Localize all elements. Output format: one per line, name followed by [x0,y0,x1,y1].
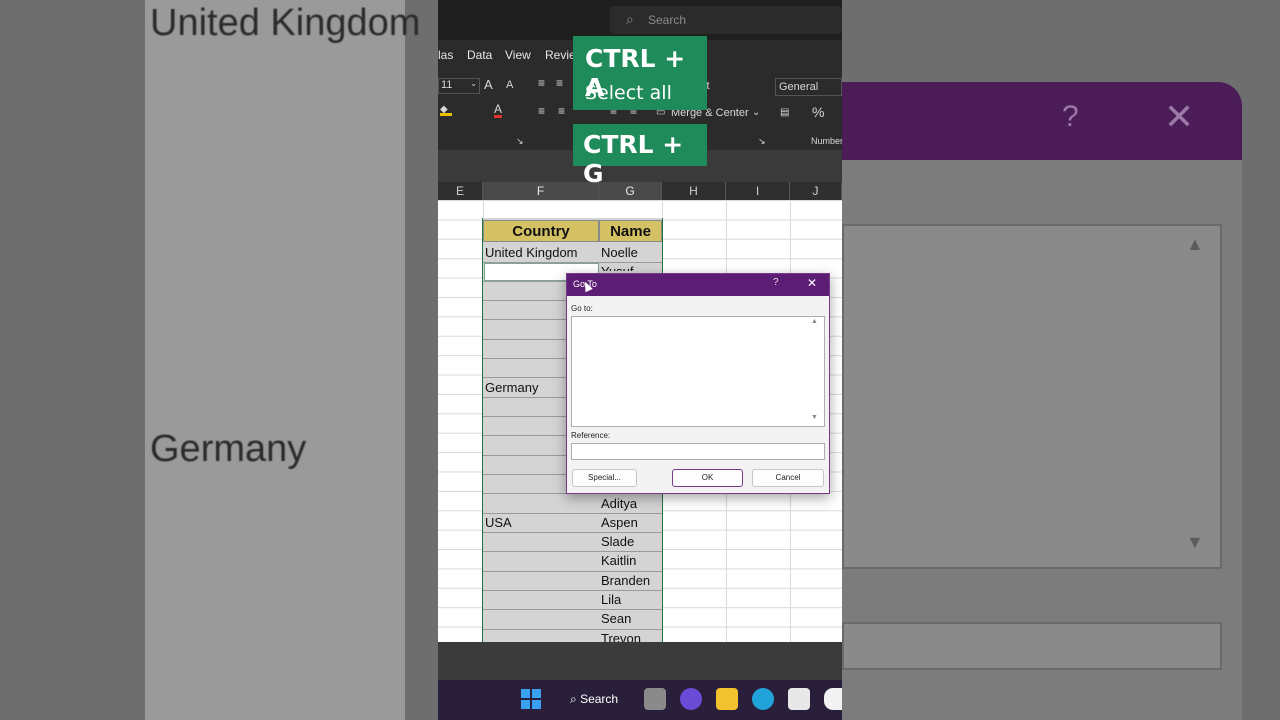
background-column [145,0,405,720]
number-group-label: Number [811,136,842,146]
scroll-down-icon[interactable]: ▼ [811,414,818,421]
accounting-format-icon[interactable]: ▤ [780,107,789,118]
column-header-j[interactable]: J [790,182,842,200]
menu-view[interactable]: View [505,48,531,62]
close-icon[interactable]: ✕ [807,276,817,290]
ok-button[interactable]: OK [672,469,743,487]
search-box[interactable]: ⌕ Search [610,6,842,34]
help-icon[interactable]: ? [773,277,779,288]
title-bar: ⌕ Search [438,0,842,40]
background-left: United Kingdom Germany [0,0,438,720]
shrink-font-button[interactable]: A [506,79,513,91]
taskbar-search-label: Search [580,692,619,706]
edge-browser-icon[interactable] [752,688,774,710]
number-format-select[interactable]: General [775,78,842,96]
menu-formulas[interactable]: las [438,48,453,62]
align-left-icon[interactable]: ≡ [538,104,545,118]
column-header-f[interactable]: F [483,182,599,200]
shortcut-description: Select all [585,82,672,104]
alignment-dialog-launcher-icon[interactable]: ↘ [758,136,766,147]
column-header-e[interactable]: E [438,182,483,200]
shortcut-keys: CTRL + G [583,130,684,188]
search-icon: ⌕ [570,692,581,706]
sheet-tabs-bar [438,642,842,680]
background-listbox [842,224,1222,569]
search-placeholder: Search [648,13,687,27]
teams-chat-icon[interactable] [680,688,702,710]
chevron-down-icon[interactable]: ⌄ [752,107,760,118]
font-color-icon[interactable]: A [494,103,503,118]
background-reference-box [842,622,1222,670]
app-icon[interactable] [824,688,842,710]
special-button[interactable]: Special... [572,469,637,487]
fill-color-icon[interactable]: ◆ [440,104,452,116]
align-top-icon[interactable]: ≡ [538,76,545,90]
shortcut-overlay-goto: CTRL + G [573,124,707,188]
chevron-down-icon: ⌄ [470,79,477,88]
background-text-germany: Germany [150,428,307,470]
grow-font-button[interactable]: A [484,77,493,92]
taskbar-search[interactable]: ⌕ Search [562,688,626,710]
search-icon: ⌕ [626,11,634,27]
background-help-icon: ? [1062,100,1079,133]
shortcut-overlay-select-all: CTRL + A Select all [573,36,707,110]
background-up-arrow-icon: ▲ [1186,234,1204,254]
goto-label: Go to: [571,304,593,313]
align-center-icon[interactable]: ≡ [558,104,565,118]
windows-start-icon[interactable] [520,688,542,710]
goto-list[interactable] [571,316,825,427]
scroll-up-icon[interactable]: ▲ [811,318,818,325]
reference-label: Reference: [571,431,611,440]
reference-input[interactable] [571,443,825,460]
font-size-select[interactable]: 11 ⌄ [438,78,480,94]
percent-button[interactable]: % [812,104,824,120]
background-down-arrow-icon: ▼ [1186,532,1204,552]
taskbar [438,680,842,720]
font-size-value: 11 [441,79,453,91]
number-format-value: General [779,81,819,93]
menu-data[interactable]: Data [467,48,492,62]
file-explorer-icon[interactable] [716,688,738,710]
column-header-i[interactable]: I [726,182,790,200]
cancel-button[interactable]: Cancel [752,469,824,487]
goto-dialog: Go To ? ✕ Go to: ▲ ▼ Reference: Special.… [566,273,830,494]
dialog-title-bar[interactable] [567,274,829,296]
background-text-uk: United Kingdom [150,2,421,44]
store-icon[interactable] [788,688,810,710]
background-close-icon: ✕ [1164,96,1195,137]
font-dialog-launcher-icon[interactable]: ↘ [516,136,524,147]
align-middle-icon[interactable]: ≡ [556,76,563,90]
task-view-icon[interactable] [644,688,666,710]
background-right: ? ✕ ▲ ▼ [842,0,1280,720]
